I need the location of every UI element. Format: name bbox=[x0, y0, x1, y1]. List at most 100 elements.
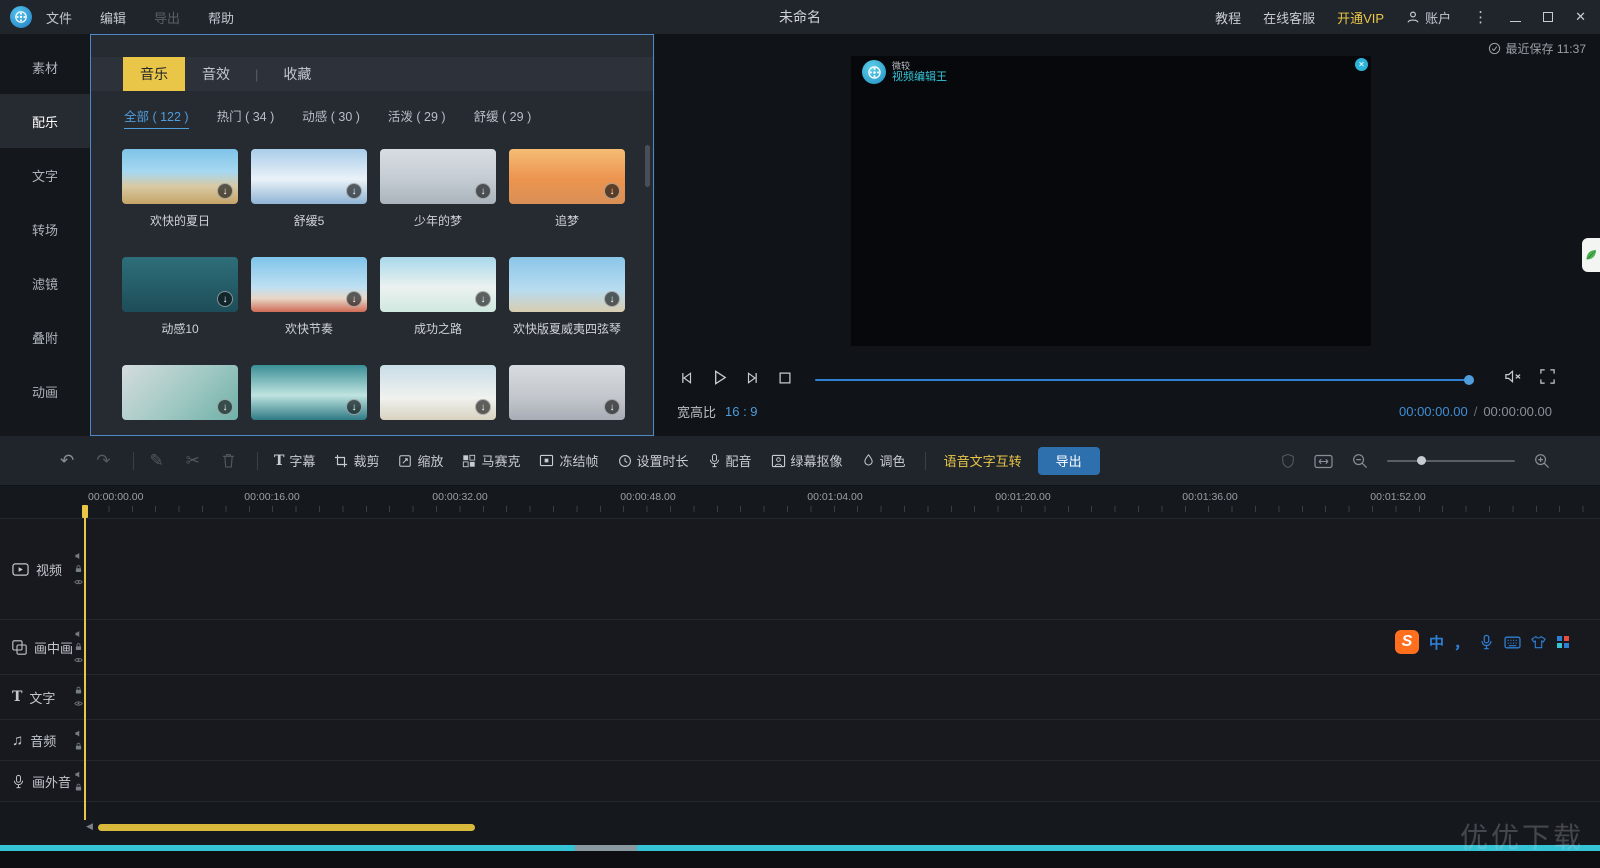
sidebar-item-transition[interactable]: 转场 bbox=[0, 202, 90, 256]
watermark-close-icon[interactable]: ✕ bbox=[1355, 58, 1368, 71]
ime-keyboard-icon[interactable] bbox=[1504, 636, 1521, 649]
music-item[interactable]: ↓ 动感10 bbox=[122, 257, 238, 365]
horizontal-scrollbar[interactable] bbox=[98, 824, 475, 831]
support-link[interactable]: 在线客服 bbox=[1263, 8, 1315, 27]
download-icon[interactable]: ↓ bbox=[346, 183, 362, 199]
music-thumbnail[interactable]: ↓ bbox=[251, 365, 367, 420]
green-screen-tool[interactable]: 绿幕抠像 bbox=[771, 451, 843, 470]
track-lock-icon[interactable] bbox=[74, 686, 83, 695]
download-icon[interactable]: ↓ bbox=[346, 291, 362, 307]
music-thumbnail[interactable]: ↓ bbox=[251, 149, 367, 204]
track-lock-icon[interactable] bbox=[74, 742, 83, 751]
download-icon[interactable]: ↓ bbox=[217, 399, 233, 415]
previous-frame-button[interactable] bbox=[677, 369, 695, 387]
music-thumbnail[interactable]: ↓ bbox=[380, 149, 496, 204]
sidebar-item-text[interactable]: 文字 bbox=[0, 148, 90, 202]
aspect-ratio-label[interactable]: 宽高比 bbox=[677, 402, 716, 421]
music-thumbnail[interactable]: ↓ bbox=[122, 149, 238, 204]
download-icon[interactable]: ↓ bbox=[475, 183, 491, 199]
music-thumbnail[interactable]: ↓ bbox=[509, 149, 625, 204]
edit-pencil-icon[interactable]: ✎ bbox=[150, 451, 164, 471]
account-button[interactable]: 账户 bbox=[1406, 8, 1451, 27]
hscroll-left-arrow[interactable]: ◀ bbox=[86, 821, 93, 832]
music-item[interactable]: ↓ bbox=[380, 365, 496, 436]
play-button[interactable] bbox=[710, 368, 729, 387]
tab-favorites[interactable]: 收藏 bbox=[266, 57, 328, 91]
ime-skin-icon[interactable] bbox=[1531, 635, 1546, 649]
track-mute-icon[interactable] bbox=[74, 770, 83, 779]
track-video-area[interactable] bbox=[90, 519, 1600, 619]
redo-icon[interactable]: ↷ bbox=[96, 451, 110, 471]
timeline-ruler[interactable]: 00:00:00.00 00:00:16.00 00:00:32.00 00:0… bbox=[0, 487, 1600, 512]
music-thumbnail[interactable]: ↓ bbox=[122, 365, 238, 420]
seek-handle[interactable] bbox=[1464, 375, 1474, 385]
undo-icon[interactable]: ↶ bbox=[60, 451, 74, 471]
subtitle-tool[interactable]: T 字幕 bbox=[274, 451, 315, 470]
minimize-button[interactable] bbox=[1510, 10, 1521, 25]
ime-mode-chinese[interactable]: 中 bbox=[1429, 632, 1444, 653]
download-icon[interactable]: ↓ bbox=[217, 291, 233, 307]
music-item[interactable]: ↓ 欢快节奏 bbox=[251, 257, 367, 365]
next-frame-button[interactable] bbox=[744, 369, 762, 387]
side-widget[interactable] bbox=[1582, 238, 1600, 272]
mosaic-tool[interactable]: 马赛克 bbox=[462, 451, 520, 470]
track-lock-icon[interactable] bbox=[74, 565, 83, 574]
delete-trash-icon[interactable] bbox=[222, 453, 235, 468]
music-thumbnail[interactable]: ↓ bbox=[122, 257, 238, 312]
stop-button[interactable] bbox=[777, 370, 793, 386]
sidebar-item-filter[interactable]: 滤镜 bbox=[0, 256, 90, 310]
download-icon[interactable]: ↓ bbox=[604, 399, 620, 415]
track-mute-icon[interactable] bbox=[74, 552, 83, 561]
download-icon[interactable]: ↓ bbox=[346, 399, 362, 415]
sidebar-item-music[interactable]: 配乐 bbox=[0, 94, 90, 148]
download-icon[interactable]: ↓ bbox=[604, 183, 620, 199]
music-thumbnail[interactable]: ↓ bbox=[509, 257, 625, 312]
track-mute-icon[interactable] bbox=[74, 729, 83, 738]
menu-help[interactable]: 帮助 bbox=[208, 8, 234, 27]
category-dynamic[interactable]: 动感 ( 30 ) bbox=[302, 106, 360, 129]
music-item[interactable]: ↓ bbox=[122, 365, 238, 436]
music-thumbnail[interactable]: ↓ bbox=[380, 365, 496, 420]
fullscreen-icon[interactable] bbox=[1539, 368, 1556, 385]
download-icon[interactable]: ↓ bbox=[475, 291, 491, 307]
music-item[interactable]: ↓ 成功之路 bbox=[380, 257, 496, 365]
track-visibility-icon[interactable] bbox=[74, 699, 83, 708]
track-text-area[interactable] bbox=[90, 675, 1600, 719]
category-soothing[interactable]: 舒缓 ( 29 ) bbox=[474, 106, 532, 129]
zoom-slider-handle[interactable] bbox=[1417, 456, 1426, 465]
music-thumbnail[interactable]: ↓ bbox=[251, 257, 367, 312]
aspect-ratio-value[interactable]: 16 : 9 bbox=[725, 404, 758, 419]
ime-punctuation-icon[interactable]: ， bbox=[1454, 632, 1469, 653]
track-visibility-icon[interactable] bbox=[74, 578, 83, 587]
track-lock-icon[interactable] bbox=[74, 783, 83, 792]
set-duration-tool[interactable]: 设置时长 bbox=[618, 451, 689, 470]
tab-sound-effects[interactable]: 音效 bbox=[185, 57, 247, 91]
split-scissors-icon[interactable]: ✂ bbox=[186, 451, 200, 471]
music-item[interactable]: ↓ bbox=[509, 365, 625, 436]
freeze-frame-tool[interactable]: 冻结帧 bbox=[539, 451, 598, 470]
music-item[interactable]: ↓ bbox=[251, 365, 367, 436]
category-all[interactable]: 全部 ( 122 ) bbox=[124, 106, 189, 129]
music-item[interactable]: ↓ 追梦 bbox=[509, 149, 625, 257]
menu-export[interactable]: 导出 bbox=[154, 8, 180, 27]
music-item[interactable]: ↓ 欢快版夏威夷四弦琴 bbox=[509, 257, 625, 365]
crop-tool[interactable]: 裁剪 bbox=[334, 451, 379, 470]
music-thumbnail[interactable]: ↓ bbox=[380, 257, 496, 312]
tab-music[interactable]: 音乐 bbox=[123, 57, 185, 91]
music-item[interactable]: ↓ 少年的梦 bbox=[380, 149, 496, 257]
panel-scrollbar[interactable] bbox=[645, 145, 650, 187]
sidebar-item-animation[interactable]: 动画 bbox=[0, 364, 90, 418]
sidebar-item-overlay[interactable]: 叠附 bbox=[0, 310, 90, 364]
zoom-tool[interactable]: 缩放 bbox=[398, 451, 443, 470]
music-thumbnail[interactable]: ↓ bbox=[509, 365, 625, 420]
vip-link[interactable]: 开通VIP bbox=[1337, 8, 1384, 27]
seek-slider[interactable] bbox=[815, 379, 1469, 381]
menu-edit[interactable]: 编辑 bbox=[100, 8, 126, 27]
music-item[interactable]: ↓ 欢快的夏日 bbox=[122, 149, 238, 257]
zoom-in-icon[interactable] bbox=[1534, 453, 1550, 469]
fit-timeline-icon[interactable] bbox=[1314, 454, 1333, 469]
download-icon[interactable]: ↓ bbox=[475, 399, 491, 415]
download-icon[interactable]: ↓ bbox=[604, 291, 620, 307]
more-menu-icon[interactable]: ⋮ bbox=[1473, 8, 1488, 26]
mute-speaker-icon[interactable] bbox=[1503, 368, 1522, 385]
